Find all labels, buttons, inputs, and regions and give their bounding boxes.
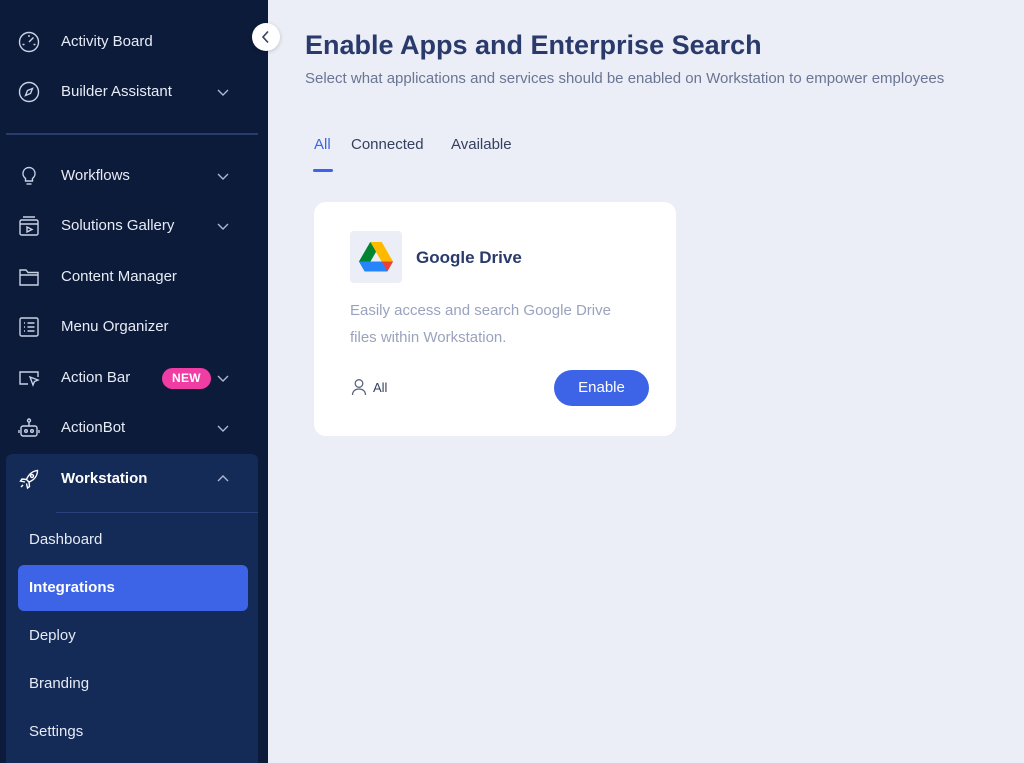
new-badge: NEW [162, 368, 211, 389]
sidebar-subitem-branding[interactable]: Branding [18, 661, 248, 707]
sidebar-item-workstation[interactable]: Workstation [6, 454, 258, 504]
google-drive-logo [350, 231, 402, 283]
tab-all[interactable]: All [314, 136, 331, 154]
tab-connected[interactable]: Connected [351, 136, 424, 154]
integration-card: Google Drive Easily access and search Go… [314, 202, 676, 436]
chevron-left-icon [261, 30, 269, 44]
sidebar-subitem-label: Settings [29, 723, 84, 740]
sidebar-subitem-label: Dashboard [29, 531, 103, 548]
enable-button[interactable]: Enable [554, 370, 649, 406]
cursor-window-icon [19, 371, 40, 387]
rocket-icon [19, 469, 39, 490]
chevron-down-icon [217, 223, 229, 230]
sidebar-subitem-label: Integrations [29, 579, 115, 596]
lightbulb-icon [22, 166, 36, 185]
sidebar-item-actionbot[interactable]: ActionBot [6, 403, 258, 453]
compass-icon [18, 81, 40, 103]
chevron-up-icon [217, 475, 229, 482]
sidebar-divider [6, 133, 258, 135]
sidebar-item-label: Menu Organizer [61, 318, 169, 335]
sidebar-subitem-label: Deploy [29, 627, 76, 644]
chevron-down-icon [217, 89, 229, 96]
sidebar-item-builder-assistant[interactable]: Builder Assistant [6, 67, 258, 117]
sidebar: Activity Board Builder Assistant Workflo… [0, 0, 268, 763]
sidebar-item-content-manager[interactable]: Content Manager [6, 252, 258, 302]
gallery-box-icon [19, 216, 39, 236]
sidebar-item-label: Content Manager [61, 268, 177, 285]
sidebar-subitem-label: Branding [29, 675, 90, 692]
sidebar-item-label: ActionBot [61, 419, 126, 436]
sidebar-item-label: Builder Assistant [61, 83, 172, 100]
sidebar-subitem-dashboard[interactable]: Dashboard [18, 517, 248, 563]
user-icon [351, 379, 367, 396]
sidebar-subitem-deploy[interactable]: Deploy [18, 613, 248, 659]
robot-icon [18, 418, 40, 437]
chevron-down-icon [217, 375, 229, 382]
active-tab-indicator [313, 169, 333, 172]
folder-icon [19, 269, 39, 286]
chevron-down-icon [217, 425, 229, 432]
sidebar-item-label: Solutions Gallery [61, 217, 175, 234]
audience-label: All [373, 380, 388, 395]
sidebar-item-label: Workstation [61, 470, 148, 487]
page-title: Enable Apps and Enterprise Search [305, 30, 762, 60]
gauge-icon [18, 31, 40, 53]
sidebar-item-label: Workflows [61, 167, 130, 184]
google-drive-icon [359, 242, 393, 272]
list-icon [19, 317, 39, 337]
workstation-divider [56, 512, 258, 513]
sidebar-item-activity-board[interactable]: Activity Board [6, 17, 258, 67]
sidebar-subitem-settings[interactable]: Settings [18, 709, 248, 755]
card-title: Google Drive [416, 248, 522, 267]
sidebar-item-label: Activity Board [61, 33, 153, 50]
sidebar-item-label: Action Bar [61, 369, 131, 386]
sidebar-subitem-integrations[interactable]: Integrations [18, 565, 248, 611]
sidebar-item-solutions-gallery[interactable]: Solutions Gallery [6, 201, 258, 251]
collapse-sidebar-button[interactable] [252, 23, 280, 51]
card-description: Easily access and search Google Drive fi… [350, 302, 611, 346]
tab-available[interactable]: Available [451, 136, 512, 154]
sidebar-item-workflows[interactable]: Workflows [6, 151, 258, 201]
page-subtitle: Select what applications and services sh… [305, 70, 945, 87]
sidebar-item-action-bar[interactable]: Action Bar NEW [6, 353, 258, 403]
chevron-down-icon [217, 173, 229, 180]
sidebar-item-menu-organizer[interactable]: Menu Organizer [6, 302, 258, 352]
